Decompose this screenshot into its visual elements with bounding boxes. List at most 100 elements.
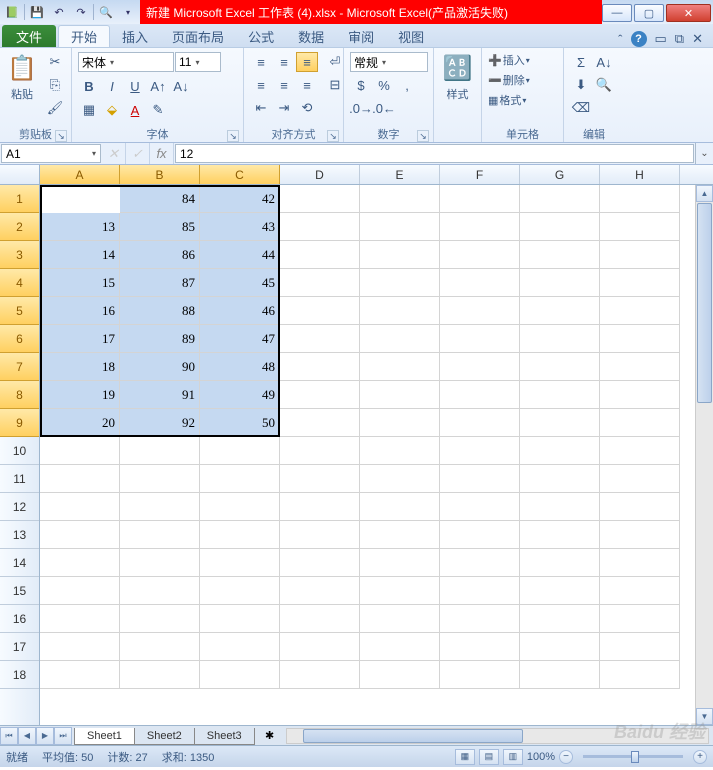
cell[interactable]: 42: [200, 185, 280, 213]
cell[interactable]: [520, 493, 600, 521]
font-size-combo[interactable]: 11▾: [175, 52, 221, 72]
cell[interactable]: [40, 549, 120, 577]
formula-input[interactable]: 12: [175, 144, 694, 163]
dialog-launcher-icon[interactable]: ↘: [227, 130, 239, 142]
percent-icon[interactable]: %: [373, 75, 395, 95]
cell[interactable]: [280, 577, 360, 605]
cell[interactable]: [600, 353, 680, 381]
increase-indent-icon[interactable]: ⇥: [273, 98, 295, 118]
dialog-launcher-icon[interactable]: ↘: [55, 130, 67, 142]
cell[interactable]: 46: [200, 297, 280, 325]
cell[interactable]: 20: [40, 409, 120, 437]
cell[interactable]: [280, 465, 360, 493]
comma-icon[interactable]: ,: [396, 75, 418, 95]
zoom-slider[interactable]: [583, 755, 683, 758]
row-header[interactable]: 15: [0, 577, 39, 605]
cell[interactable]: [360, 409, 440, 437]
cell[interactable]: [200, 521, 280, 549]
cell[interactable]: [440, 521, 520, 549]
cell[interactable]: [360, 465, 440, 493]
align-center-icon[interactable]: ≡: [273, 75, 295, 95]
align-bottom-icon[interactable]: ≡: [296, 52, 318, 72]
help-icon[interactable]: ?: [631, 31, 647, 47]
cell[interactable]: [520, 521, 600, 549]
cell[interactable]: [440, 633, 520, 661]
borders-icon[interactable]: ▦: [78, 100, 100, 120]
last-sheet-icon[interactable]: ⏭: [54, 727, 72, 745]
cell[interactable]: [360, 269, 440, 297]
cell[interactable]: [520, 297, 600, 325]
tab-数据[interactable]: 数据: [286, 25, 336, 47]
phonetic-icon[interactable]: ✎: [147, 100, 169, 120]
scroll-down-icon[interactable]: ▼: [696, 708, 713, 725]
cell[interactable]: [440, 493, 520, 521]
cell[interactable]: [360, 549, 440, 577]
cell[interactable]: [40, 605, 120, 633]
align-right-icon[interactable]: ≡: [296, 75, 318, 95]
tab-开始[interactable]: 开始: [58, 25, 110, 47]
cell[interactable]: [440, 661, 520, 689]
cell[interactable]: 14: [40, 241, 120, 269]
dialog-launcher-icon[interactable]: ↘: [417, 130, 429, 142]
cell[interactable]: 47: [200, 325, 280, 353]
cell[interactable]: [200, 549, 280, 577]
cell[interactable]: [120, 633, 200, 661]
format-cells-button[interactable]: ▦格式▾: [488, 92, 530, 108]
cell[interactable]: [40, 493, 120, 521]
cell[interactable]: [520, 577, 600, 605]
align-top-icon[interactable]: ≡: [250, 52, 272, 72]
column-header[interactable]: B: [120, 165, 200, 184]
excel-icon[interactable]: 📗: [2, 2, 22, 22]
enter-formula-icon[interactable]: ✓: [126, 143, 150, 164]
cell[interactable]: [520, 353, 600, 381]
row-header[interactable]: 8: [0, 381, 39, 409]
column-header[interactable]: F: [440, 165, 520, 184]
row-header[interactable]: 11: [0, 465, 39, 493]
cell[interactable]: [600, 213, 680, 241]
cell[interactable]: [200, 493, 280, 521]
column-header[interactable]: E: [360, 165, 440, 184]
cell[interactable]: [360, 353, 440, 381]
cell[interactable]: [40, 661, 120, 689]
column-header[interactable]: A: [40, 165, 120, 184]
window-restore-icon[interactable]: ⧉: [675, 31, 684, 47]
cell[interactable]: [200, 465, 280, 493]
cell[interactable]: [440, 409, 520, 437]
row-header[interactable]: 3: [0, 241, 39, 269]
sort-icon[interactable]: A↓: [593, 52, 615, 72]
window-close-icon[interactable]: ✕: [692, 31, 703, 47]
zoom-thumb[interactable]: [631, 751, 639, 763]
decrease-indent-icon[interactable]: ⇤: [250, 98, 272, 118]
font-name-combo[interactable]: 宋体▾: [78, 52, 174, 72]
cell[interactable]: [360, 437, 440, 465]
cancel-formula-icon[interactable]: ✕: [102, 143, 126, 164]
cell[interactable]: [520, 465, 600, 493]
sheet-tab[interactable]: Sheet1: [74, 728, 135, 745]
cell[interactable]: [360, 633, 440, 661]
fx-icon[interactable]: fx: [150, 143, 174, 164]
first-sheet-icon[interactable]: ⏮: [0, 727, 18, 745]
cell[interactable]: [280, 437, 360, 465]
row-header[interactable]: 6: [0, 325, 39, 353]
cut-icon[interactable]: ✂: [44, 52, 66, 72]
cell[interactable]: [200, 633, 280, 661]
cell[interactable]: 48: [200, 353, 280, 381]
cell[interactable]: [280, 269, 360, 297]
fill-color-icon[interactable]: ⬙: [101, 100, 123, 120]
cell[interactable]: [600, 185, 680, 213]
cell[interactable]: [600, 661, 680, 689]
cell[interactable]: [600, 437, 680, 465]
underline-button[interactable]: U: [124, 76, 146, 96]
cell[interactable]: 90: [120, 353, 200, 381]
cell[interactable]: [600, 269, 680, 297]
cell[interactable]: [520, 409, 600, 437]
cell[interactable]: [280, 353, 360, 381]
next-sheet-icon[interactable]: ▶: [36, 727, 54, 745]
cell[interactable]: [360, 493, 440, 521]
row-header[interactable]: 10: [0, 437, 39, 465]
tab-页面布局[interactable]: 页面布局: [160, 25, 236, 47]
cell[interactable]: [360, 325, 440, 353]
cell[interactable]: [360, 241, 440, 269]
cell[interactable]: [600, 325, 680, 353]
cell[interactable]: [520, 241, 600, 269]
